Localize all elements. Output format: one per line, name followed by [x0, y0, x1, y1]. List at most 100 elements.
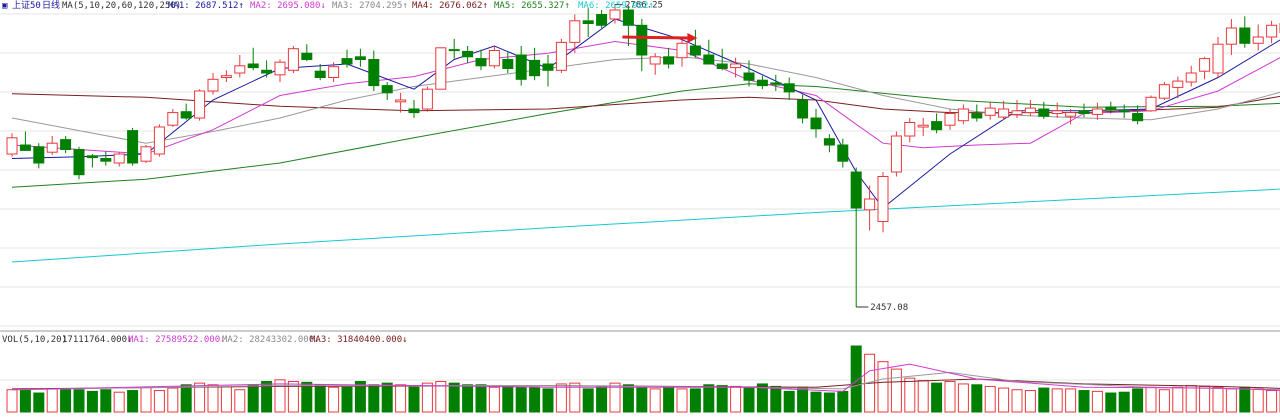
candle-body [127, 130, 139, 164]
candle-body [247, 63, 259, 69]
candle-body [1239, 27, 1251, 44]
candle-body [716, 63, 728, 69]
candle-body [730, 63, 742, 69]
candle-body [529, 59, 541, 77]
candle-body [555, 41, 567, 71]
volume-bar [19, 390, 31, 413]
candle [73, 146, 85, 180]
candle [810, 109, 822, 138]
volume-bar [247, 384, 259, 413]
vol-ma2-legend: MA2: 28243302.000↓ [222, 335, 320, 345]
volume-bar [1239, 386, 1251, 413]
volume-bar [1266, 390, 1278, 413]
candle-body [395, 99, 407, 103]
candle-body [73, 149, 85, 176]
candle-body [488, 50, 500, 67]
volume-legend: VOL(5,10,20) 17111764.000↓ MA1: 27589522… [2, 335, 408, 345]
volume-bar [448, 382, 460, 413]
candle-body [408, 108, 420, 114]
candle [917, 118, 929, 136]
candle-body [971, 113, 983, 119]
candle [1145, 95, 1157, 112]
volume-bar [1132, 388, 1144, 413]
volume-bar [220, 385, 232, 413]
volume-bar [462, 384, 474, 413]
candle-body [676, 42, 688, 59]
candle [368, 50, 380, 91]
candle [1266, 20, 1278, 44]
volume-bar [716, 385, 728, 413]
volume-bar [6, 389, 18, 413]
volume-bar [663, 386, 675, 413]
candle-body [60, 139, 72, 151]
candle [770, 74, 782, 91]
volume-bar [957, 383, 969, 413]
candle [381, 82, 393, 100]
volume-bar [582, 388, 594, 413]
candle-body [542, 63, 554, 71]
candle [864, 185, 876, 231]
volume-bar [1011, 389, 1023, 413]
volume-bar [529, 386, 541, 413]
candle [716, 48, 728, 71]
volume-bar [127, 390, 139, 413]
candle [207, 73, 219, 95]
candle-body [984, 107, 996, 116]
vol-ma1-legend: MA1: 27589522.000↓ [128, 335, 226, 345]
volume-bar [274, 379, 286, 413]
candle [730, 57, 742, 78]
candle-body [783, 83, 795, 93]
volume-bar [113, 391, 125, 413]
candle [542, 55, 554, 87]
candle-body [837, 144, 849, 162]
volume-bar [1145, 386, 1157, 413]
price-legend: ▣ 上证50 日线 MA(5,10,20,60,120,250) MA1: 26… [2, 0, 654, 11]
candle-body [931, 121, 943, 131]
candle [1225, 19, 1237, 55]
candle-body [917, 124, 929, 128]
volume-bar [998, 387, 1010, 413]
candle-body [475, 58, 487, 67]
candle [555, 38, 567, 73]
candle [354, 48, 366, 67]
candle [1239, 16, 1251, 48]
candle [1185, 65, 1197, 87]
candle [462, 46, 474, 64]
volume-bar [676, 388, 688, 413]
candle-body [1225, 27, 1237, 45]
candle [153, 124, 165, 157]
volume-bar [1212, 386, 1224, 413]
volume-bar [140, 386, 152, 413]
volume-bar [33, 392, 45, 413]
ma6-line [11, 188, 1280, 263]
volume-bar [971, 384, 983, 413]
candle-body [797, 99, 809, 119]
candle [1132, 105, 1144, 125]
candle-body [1011, 110, 1023, 115]
volume-bar [931, 382, 943, 413]
volume-bar [622, 384, 634, 413]
volume-bar [1065, 388, 1077, 413]
candle-body [341, 58, 353, 65]
candle-body [113, 153, 125, 164]
volume-bar [890, 368, 902, 413]
candle [971, 104, 983, 122]
candle-body [368, 59, 380, 87]
volume-bar [1172, 386, 1184, 413]
volume-bar [100, 389, 112, 413]
symbol-label: 上证50 [12, 0, 41, 11]
candle-body [207, 78, 219, 92]
candle-body [663, 56, 675, 65]
volume-bar [341, 386, 353, 413]
candle-body [890, 135, 902, 173]
candle-body [1132, 113, 1144, 122]
volume-bar [180, 384, 192, 413]
candle [301, 44, 313, 62]
candle-body [220, 75, 232, 78]
candle [756, 75, 768, 90]
low-label: 2457.08 [870, 303, 908, 313]
volume-bar [636, 386, 648, 413]
candle-body [609, 9, 621, 20]
candle [569, 14, 581, 54]
volume-bar [1024, 390, 1036, 413]
